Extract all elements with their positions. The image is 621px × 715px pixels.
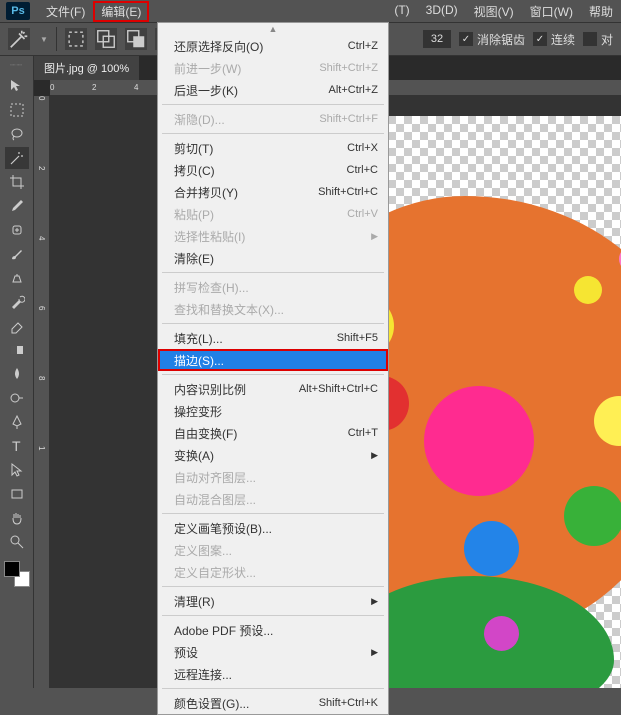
menu-paste: 粘贴(P)Ctrl+V	[158, 203, 388, 225]
menu-find-replace: 查找和替换文本(X)...	[158, 298, 388, 320]
menu-help[interactable]: 帮助	[581, 1, 621, 22]
tools-panel: ┈┈ T	[0, 56, 34, 688]
tool-preset-chevron-icon[interactable]: ▼	[40, 35, 48, 44]
menu-separator	[162, 104, 384, 105]
menu-cut[interactable]: 剪切(T)Ctrl+X	[158, 137, 388, 159]
checkbox-empty-icon	[583, 32, 597, 46]
hand-tool[interactable]	[5, 507, 29, 529]
artwork-dot	[564, 486, 621, 546]
magic-wand-icon[interactable]	[8, 28, 30, 50]
menu-remote[interactable]: 远程连接...	[158, 663, 388, 685]
submenu-arrow-icon: ▶	[371, 647, 378, 658]
edit-menu-dropdown: ▲ 还原选择反向(O)Ctrl+Z 前进一步(W)Shift+Ctrl+Z 后退…	[157, 22, 389, 715]
crop-tool[interactable]	[5, 171, 29, 193]
menu-separator	[162, 272, 384, 273]
contiguous-checkbox[interactable]: ✓连续	[533, 31, 575, 48]
selection-mode-add-icon[interactable]	[95, 28, 117, 50]
color-swatches[interactable]	[4, 561, 30, 587]
artwork-dot	[464, 521, 519, 576]
selection-mode-new-icon[interactable]	[65, 28, 87, 50]
menu-view[interactable]: 视图(V)	[466, 1, 522, 22]
menu-define-shape: 定义自定形状...	[158, 561, 388, 583]
marquee-tool[interactable]	[5, 99, 29, 121]
submenu-arrow-icon: ▶	[371, 596, 378, 607]
svg-text:T: T	[12, 438, 21, 454]
artwork-dot	[484, 616, 519, 651]
menu-3d[interactable]: 3D(D)	[418, 1, 466, 22]
menu-stroke[interactable]: 描边(S)...	[158, 349, 388, 371]
eyedropper-tool[interactable]	[5, 195, 29, 217]
menu-purge[interactable]: 清理(R)▶	[158, 590, 388, 612]
menu-undo[interactable]: 还原选择反向(O)Ctrl+Z	[158, 35, 388, 57]
menu-step-backward[interactable]: 后退一步(K)Alt+Ctrl+Z	[158, 79, 388, 101]
menu-edit[interactable]: 编辑(E)	[93, 1, 149, 22]
pen-tool[interactable]	[5, 411, 29, 433]
menu-content-aware-scale[interactable]: 内容识别比例Alt+Shift+Ctrl+C	[158, 378, 388, 400]
menu-fill[interactable]: 填充(L)...Shift+F5	[158, 327, 388, 349]
menu-define-brush[interactable]: 定义画笔预设(B)...	[158, 517, 388, 539]
lasso-tool[interactable]	[5, 123, 29, 145]
submenu-arrow-icon: ▶	[371, 231, 378, 242]
submenu-arrow-icon: ▶	[371, 450, 378, 461]
menu-pdf-presets[interactable]: Adobe PDF 预设...	[158, 619, 388, 641]
menu-define-pattern: 定义图案...	[158, 539, 388, 561]
menu-copy-merged[interactable]: 合并拷贝(Y)Shift+Ctrl+C	[158, 181, 388, 203]
checkmark-icon: ✓	[459, 32, 473, 46]
blur-tool[interactable]	[5, 363, 29, 385]
artwork-dot	[424, 386, 534, 496]
menu-step-forward: 前进一步(W)Shift+Ctrl+Z	[158, 57, 388, 79]
history-brush-tool[interactable]	[5, 291, 29, 313]
menu-auto-align: 自动对齐图层...	[158, 466, 388, 488]
gradient-tool[interactable]	[5, 339, 29, 361]
vertical-ruler: 024681	[34, 96, 50, 688]
foreground-color-swatch[interactable]	[4, 561, 20, 577]
menu-color-settings[interactable]: 颜色设置(G)...Shift+Ctrl+K	[158, 692, 388, 714]
menu-paste-special: 选择性粘贴(I)▶	[158, 225, 388, 247]
app-logo: Ps	[6, 2, 30, 20]
checkmark-icon: ✓	[533, 32, 547, 46]
selection-mode-subtract-icon[interactable]	[125, 28, 147, 50]
zoom-tool[interactable]	[5, 531, 29, 553]
menu-bar: Ps 文件(F) 编辑(E) (T) 3D(D) 视图(V) 窗口(W) 帮助	[0, 0, 621, 22]
menu-auto-blend: 自动混合图层...	[158, 488, 388, 510]
menu-separator	[162, 688, 384, 689]
eraser-tool[interactable]	[5, 315, 29, 337]
path-selection-tool[interactable]	[5, 459, 29, 481]
menu-transform[interactable]: 变换(A)▶	[158, 444, 388, 466]
panel-grip-icon[interactable]: ┈┈	[10, 60, 23, 71]
menu-puppet-warp[interactable]: 操控变形	[158, 400, 388, 422]
menu-separator	[162, 513, 384, 514]
document-tab[interactable]: 图片.jpg @ 100%	[34, 56, 139, 80]
menu-text-partial[interactable]: (T)	[386, 1, 417, 22]
menu-separator	[162, 615, 384, 616]
menu-free-transform[interactable]: 自由变换(F)Ctrl+T	[158, 422, 388, 444]
menu-separator	[162, 586, 384, 587]
menu-fade: 渐隐(D)...Shift+Ctrl+F	[158, 108, 388, 130]
menu-window[interactable]: 窗口(W)	[522, 1, 581, 22]
magic-wand-tool[interactable]	[5, 147, 29, 169]
menu-separator	[162, 323, 384, 324]
menu-presets[interactable]: 预设▶	[158, 641, 388, 663]
rectangle-tool[interactable]	[5, 483, 29, 505]
menu-scroll-up-icon[interactable]: ▲	[158, 23, 388, 35]
dodge-tool[interactable]	[5, 387, 29, 409]
tolerance-value[interactable]: 32	[423, 30, 451, 48]
clone-stamp-tool[interactable]	[5, 267, 29, 289]
menu-copy[interactable]: 拷贝(C)Ctrl+C	[158, 159, 388, 181]
menu-separator	[162, 374, 384, 375]
antialias-checkbox[interactable]: ✓消除锯齿	[459, 31, 525, 48]
artwork-dot	[574, 276, 602, 304]
menu-file[interactable]: 文件(F)	[38, 1, 93, 22]
brush-tool[interactable]	[5, 243, 29, 265]
sample-all-checkbox[interactable]: 对	[583, 31, 613, 48]
healing-brush-tool[interactable]	[5, 219, 29, 241]
menu-separator	[162, 133, 384, 134]
move-tool[interactable]	[5, 75, 29, 97]
text-tool[interactable]: T	[5, 435, 29, 457]
menu-spell-check: 拼写检查(H)...	[158, 276, 388, 298]
menu-clear[interactable]: 清除(E)	[158, 247, 388, 269]
